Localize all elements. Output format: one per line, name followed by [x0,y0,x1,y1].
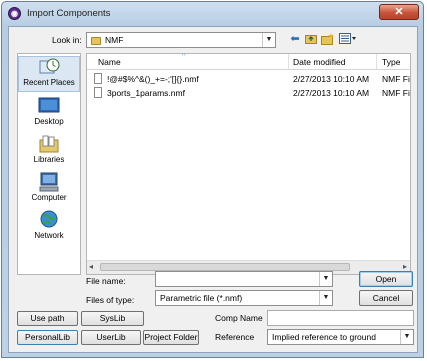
title-bar: ◉ Import Components ✕ [2,2,423,26]
new-folder-icon[interactable] [321,33,334,46]
up-folder-icon[interactable] [305,33,317,46]
scroll-left-icon[interactable]: ◂ [89,262,93,271]
column-divider[interactable] [288,54,289,69]
import-components-window: ◉ Import Components ✕ Look in: NMF ▼ ⬅ R… [1,1,424,358]
chevron-down-icon: ▼ [262,33,275,47]
file-type: NMF File [382,88,410,98]
view-menu-icon[interactable] [339,33,357,46]
place-computer[interactable]: Computer [18,172,80,206]
userlib-button[interactable]: UserLib [81,330,141,345]
column-divider[interactable] [376,54,377,69]
file-name: !@#$%^&()_+=-;'[]{}.nmf [107,74,199,84]
comp-name-label: Comp Name [215,313,263,323]
place-network[interactable]: Network [18,210,80,244]
look-in-label: Look in: [52,35,82,45]
network-icon [38,210,60,230]
file-row[interactable]: !@#$%^&()_+=-;'[]{}.nmf 2/27/2013 10:10 … [87,73,410,86]
places-bar: Recent Places Desktop Libraries Computer [17,53,81,275]
column-header-date[interactable]: Date modified [293,57,345,67]
place-recent-places[interactable]: Recent Places [18,56,80,92]
back-arrow-icon[interactable]: ⬅ [289,33,301,46]
dialog-client-area: Look in: NMF ▼ ⬅ Recent Places Desktop L… [8,26,418,353]
look-in-dropdown[interactable]: NMF ▼ [86,32,276,48]
files-of-type-value: Parametric file (*.nmf) [160,293,243,303]
reference-dropdown[interactable]: Implied reference to ground ▼ [267,329,414,345]
close-button[interactable]: ✕ [379,4,419,20]
cancel-button[interactable]: Cancel [359,290,413,306]
project-folder-button[interactable]: Project Folder [143,330,199,345]
file-list[interactable]: Name ^ Date modified Type !@#$%^&()_+=-;… [86,53,411,275]
reference-label: Reference [215,332,255,342]
file-date: 2/27/2013 10:10 AM [293,74,370,84]
desktop-icon [38,96,60,116]
open-button[interactable]: Open [359,271,413,287]
file-type: NMF File [382,74,410,84]
scroll-right-icon[interactable]: ▸ [403,262,407,271]
column-header-name[interactable]: Name [98,57,121,67]
window-title: Import Components [27,8,111,19]
column-header-type[interactable]: Type [382,57,400,67]
comp-name-input[interactable] [267,310,414,326]
sort-ascending-icon: ^ [182,53,186,60]
file-icon [94,87,102,98]
computer-icon [38,172,60,192]
file-row[interactable]: 3ports_1params.nmf 2/27/2013 10:10 AM NM… [87,87,410,100]
personallib-button[interactable]: PersonalLib [17,330,78,345]
syslib-button[interactable]: SysLib [81,311,144,326]
file-list-header: Name ^ Date modified Type [87,54,410,70]
look-in-value: NMF [105,35,124,45]
recent-places-icon [38,57,60,77]
chevron-down-icon: ▼ [319,272,332,286]
scrollbar-thumb[interactable] [100,263,350,271]
use-path-button[interactable]: Use path [17,311,78,326]
place-desktop[interactable]: Desktop [18,96,80,130]
file-date: 2/27/2013 10:10 AM [293,88,370,98]
place-libraries[interactable]: Libraries [18,134,80,168]
reference-value: Implied reference to ground [272,332,376,342]
files-of-type-dropdown[interactable]: Parametric file (*.nmf) ▼ [155,290,333,306]
file-name-label: File name: [86,276,126,286]
file-name: 3ports_1params.nmf [107,88,185,98]
libraries-icon [38,134,60,154]
folder-icon [91,36,101,45]
chevron-down-icon: ▼ [319,291,332,305]
files-of-type-label: Files of type: [86,295,135,305]
file-icon [94,73,102,84]
file-name-dropdown[interactable]: ▼ [155,271,333,287]
chevron-down-icon: ▼ [400,330,413,344]
app-icon: ◉ [8,7,21,20]
